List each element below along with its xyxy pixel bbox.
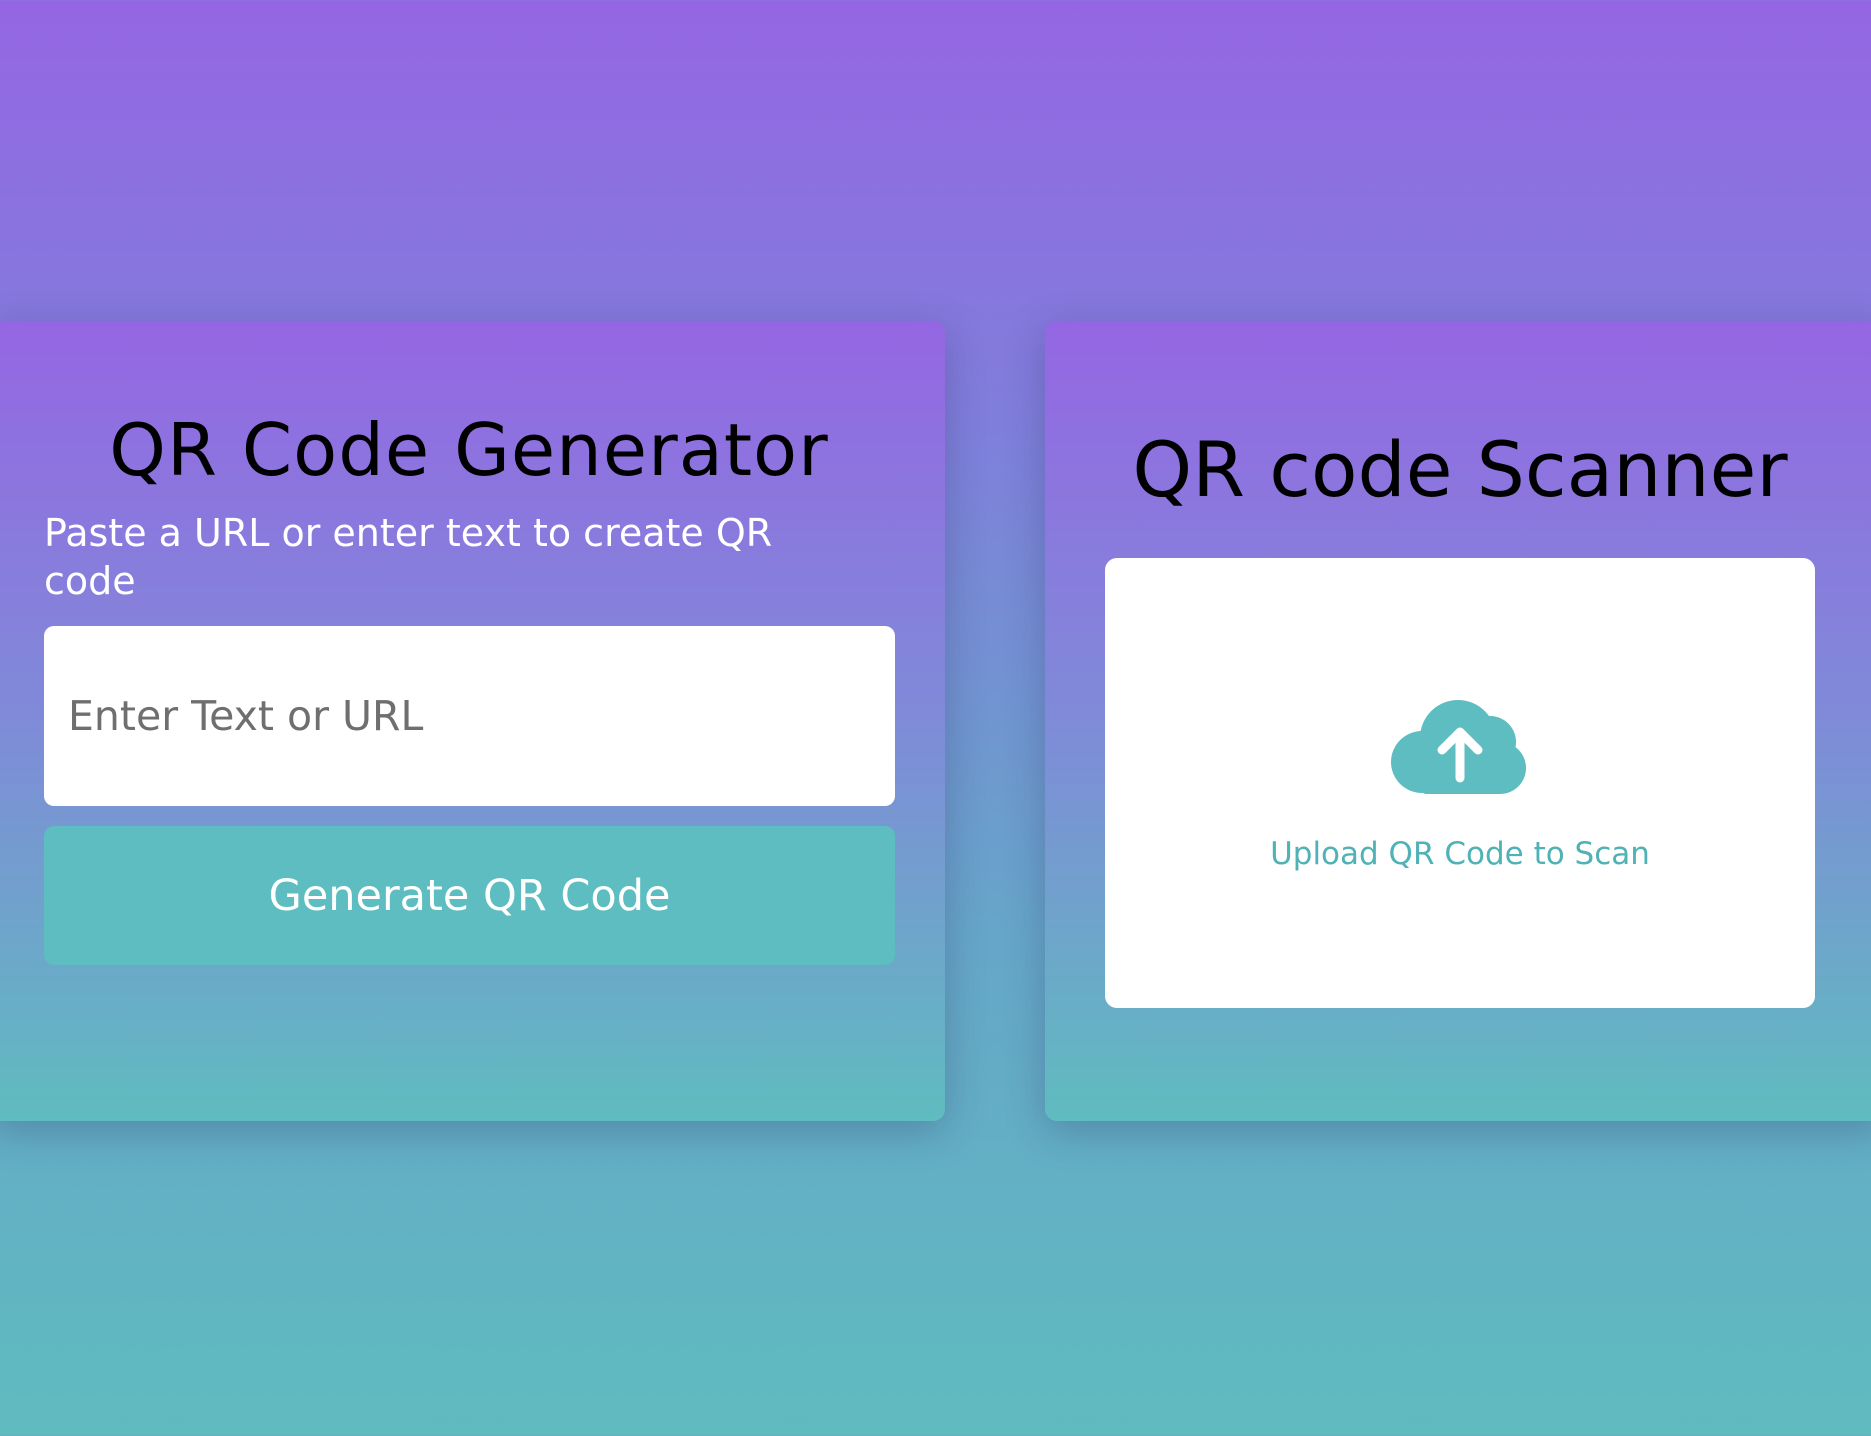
generator-subtitle: Paste a URL or enter text to create QR c…: [44, 511, 773, 603]
generator-title: QR Code Generator: [109, 408, 829, 492]
text-url-input[interactable]: [44, 626, 895, 806]
cloud-upload-icon: [1391, 700, 1526, 794]
upload-dropzone[interactable]: Upload QR Code to Scan: [1105, 558, 1815, 1008]
upload-label: Upload QR Code to Scan: [1270, 836, 1650, 872]
generate-qr-button[interactable]: Generate QR Code: [44, 826, 895, 965]
scanner-title: QR code Scanner: [1132, 425, 1788, 514]
